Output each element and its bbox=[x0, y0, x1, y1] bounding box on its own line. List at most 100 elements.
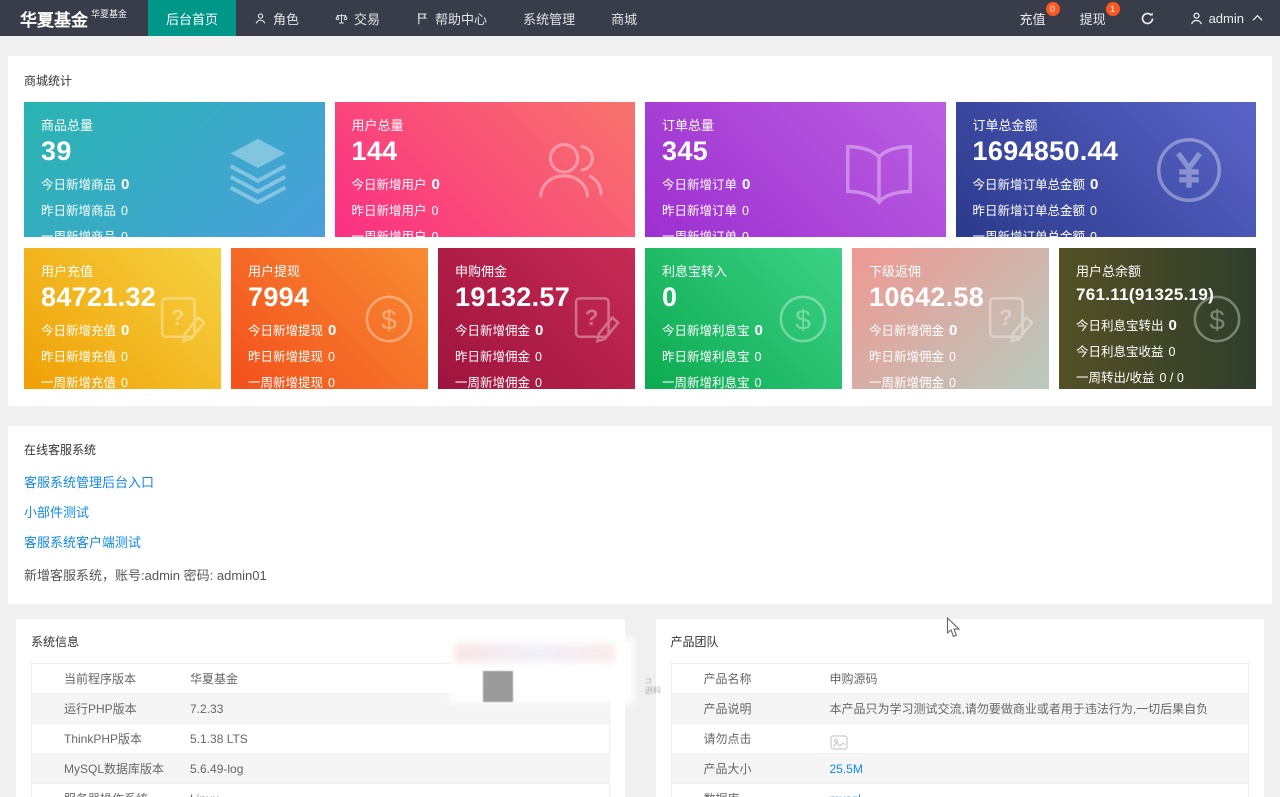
stat-line-value: 0 bbox=[121, 176, 130, 193]
table-row-label: 产品大小 bbox=[703, 762, 752, 776]
stat-line-value: 0 bbox=[121, 322, 130, 339]
table-row-value: 本产品只为学习测试交流,请勿要做商业或者用于违法行为,一切后果自负 bbox=[829, 702, 1209, 716]
stat-card: 订单总量 345 今日新增订单 0 昨日新增订单 0 一周新增订单 0 bbox=[645, 102, 946, 237]
stat-line-value: 0 bbox=[754, 376, 762, 389]
app-title: 华夏基金 bbox=[20, 10, 88, 30]
stat-line-value: 0 bbox=[431, 204, 439, 218]
stats-panel: 商城统计 商品总量 39 今日新增商品 0 昨日新增商品 0 一周新增商品 0 用户总量 144 今… bbox=[8, 56, 1272, 406]
table-row-value[interactable]: 25.5M bbox=[830, 754, 1249, 783]
nav-item-label: 后台首页 bbox=[166, 11, 219, 27]
stat-card-title: 利息宝转入 bbox=[662, 264, 728, 279]
nav-right: 充值 0 提现 1 admin bbox=[1003, 0, 1280, 36]
stat-card-title: 下级返佣 bbox=[869, 264, 922, 279]
stat-line-label: 今日利息宝收益 bbox=[1076, 345, 1164, 359]
doc-question-icon: ? bbox=[565, 288, 627, 350]
stat-card-title: 用户充值 bbox=[41, 264, 94, 279]
layers-icon bbox=[217, 129, 299, 211]
table-row-value: 7.2.33 bbox=[190, 702, 224, 716]
table-row: 数据库mysql bbox=[671, 784, 1249, 797]
stat-card-line: 一周新增佣金 0 bbox=[869, 372, 1032, 389]
table-row-label: ThinkPHP版本 bbox=[64, 732, 143, 746]
stat-line-value: 0 bbox=[742, 204, 749, 218]
product-team-panel: 产品团队 产品名称 申购源码 产品说明 本产品只为学习测试交流,请勿要做商业或者用于违… bbox=[655, 619, 1264, 797]
stat-card-line: 一周新增佣金 0 bbox=[455, 372, 618, 389]
stat-line-value: 0 bbox=[742, 176, 751, 193]
stat-line-value: 0 bbox=[535, 376, 542, 389]
table-row-value: Linux bbox=[190, 784, 609, 797]
stat-line-label: 一周新增佣金 bbox=[455, 376, 531, 389]
bottom-row: 系统信息 当前程序版本 华夏基金 运行PHP版本 7.2.33 ThinkPHP版本 5.… bbox=[8, 619, 1272, 797]
nav-item-4[interactable]: 帮助中心 bbox=[398, 0, 505, 36]
stat-line-label: 今日新增利息宝 bbox=[662, 324, 750, 338]
stat-line-label: 昨日新增订单总金额 bbox=[972, 204, 1086, 218]
admin-label: admin bbox=[1208, 10, 1244, 26]
stat-card-title: 申购佣金 bbox=[455, 264, 508, 279]
svg-text:?: ? bbox=[585, 304, 599, 329]
nav-item-label: 商城 bbox=[611, 11, 638, 27]
customer-service-admin-link[interactable]: 客服系统管理后台入口 bbox=[24, 472, 1256, 491]
table-row: ThinkPHP版本 5.1.38 LTS bbox=[32, 724, 609, 754]
stat-line-value: 0 / 0 bbox=[1159, 371, 1184, 385]
admin-menu[interactable]: admin bbox=[1172, 0, 1280, 36]
stat-card-line: 一周新增利息宝 0 bbox=[662, 372, 825, 389]
table-row: 产品大小 25.5M bbox=[671, 754, 1249, 784]
nav-item-5[interactable]: 系统管理 bbox=[505, 0, 593, 36]
nav-item-label: 帮助中心 bbox=[435, 11, 488, 27]
user-icon bbox=[1190, 12, 1202, 24]
stat-card-line: 一周新增订单总金额 0 bbox=[973, 226, 1240, 237]
stat-line-value: 0 bbox=[1168, 317, 1177, 334]
table-row: 当前程序版本 华夏基金 bbox=[32, 664, 609, 694]
stat-card: 用户总余额 761.11(91325.19) 今日利息宝转出 0 今日利息宝收益 0 一周转… bbox=[1059, 248, 1256, 389]
stat-line-value: 0 bbox=[1090, 176, 1099, 193]
stats-row-1: 商品总量 39 今日新增商品 0 昨日新增商品 0 一周新增商品 0 用户总量 144 今日新增用户… bbox=[24, 102, 1256, 237]
widget-test-link[interactable]: 小部件测试 bbox=[24, 502, 1256, 521]
flag-icon bbox=[416, 12, 429, 25]
withdraw-label: 提现 bbox=[1079, 11, 1106, 27]
stat-line-label: 今日新增充值 bbox=[41, 324, 117, 338]
service-note: 新增客服系统，账号:admin 密码: admin01 bbox=[24, 568, 267, 583]
nav-withdraw-button[interactable]: 提现 1 bbox=[1063, 0, 1123, 36]
nav-menu: 后台首页 角色 交易 帮助中心 系统管理 商城 bbox=[148, 0, 655, 36]
table-row-label: 产品名称 bbox=[703, 672, 752, 686]
stat-line-value: 0 bbox=[754, 350, 762, 364]
stat-card: 商品总量 39 今日新增商品 0 昨日新增商品 0 一周新增商品 0 bbox=[24, 102, 325, 237]
stat-line-value: 0 bbox=[431, 176, 440, 193]
stat-line-value: 0 bbox=[535, 350, 542, 364]
table-row-value[interactable]: mysql bbox=[830, 784, 1249, 797]
stat-line-label: 今日新增订单 bbox=[662, 178, 738, 192]
stats-title: 商城统计 bbox=[24, 74, 73, 88]
stat-line-value: 0 bbox=[1090, 230, 1097, 237]
stat-card-line: 一周新增充值 0 bbox=[41, 372, 204, 389]
table-row-value: 申购源码 bbox=[829, 672, 878, 686]
recharge-badge: 0 bbox=[1045, 2, 1060, 16]
stat-line-value: 0 bbox=[949, 350, 956, 364]
nav-item-label: 系统管理 bbox=[523, 11, 576, 27]
svg-text:$: $ bbox=[795, 304, 811, 335]
app-logo[interactable]: 华夏基金 华夏基金 bbox=[0, 0, 148, 36]
stat-line-label: 昨日新增利息宝 bbox=[662, 350, 750, 364]
stat-line-label: 一周新增佣金 bbox=[869, 376, 945, 389]
nav-item-3[interactable]: 交易 bbox=[317, 0, 398, 36]
stat-line-value: 0 bbox=[949, 376, 956, 389]
nav-item-6[interactable]: 商城 bbox=[593, 0, 655, 36]
svg-text:$: $ bbox=[381, 304, 397, 335]
stat-line-label: 今日新增用户 bbox=[351, 178, 427, 192]
service-title: 在线客服系统 bbox=[24, 443, 97, 457]
stat-card-line: 一周新增订单 0 bbox=[662, 226, 929, 237]
stat-line-label: 昨日新增提现 bbox=[248, 350, 324, 364]
nav-item-2[interactable]: 角色 bbox=[236, 0, 317, 36]
withdraw-badge: 1 bbox=[1105, 2, 1120, 16]
system-info-title: 系统信息 bbox=[31, 635, 80, 649]
stat-line-label: 今日新增提现 bbox=[248, 324, 324, 338]
stat-card: 订单总金额 1694850.44 今日新增订单总金额 0 昨日新增订单总金额 0 一周新增订… bbox=[955, 102, 1256, 237]
refresh-button[interactable] bbox=[1123, 0, 1172, 36]
nav-recharge-button[interactable]: 充值 0 bbox=[1003, 0, 1063, 36]
system-info-panel: 系统信息 当前程序版本 华夏基金 运行PHP版本 7.2.33 ThinkPHP版本 5.… bbox=[16, 619, 625, 797]
table-row: 产品说明 本产品只为学习测试交流,请勿要做商业或者用于违法行为,一切后果自负 bbox=[671, 694, 1248, 724]
table-row-value: 华夏基金 bbox=[190, 672, 239, 686]
stat-line-label: 一周新增充值 bbox=[41, 376, 117, 389]
client-test-link[interactable]: 客服系统客户端测试 bbox=[24, 532, 1256, 551]
stat-line-value: 0 bbox=[1168, 345, 1176, 359]
stat-line-label: 今日利息宝转出 bbox=[1076, 319, 1164, 333]
nav-item-1[interactable]: 后台首页 bbox=[148, 0, 237, 36]
